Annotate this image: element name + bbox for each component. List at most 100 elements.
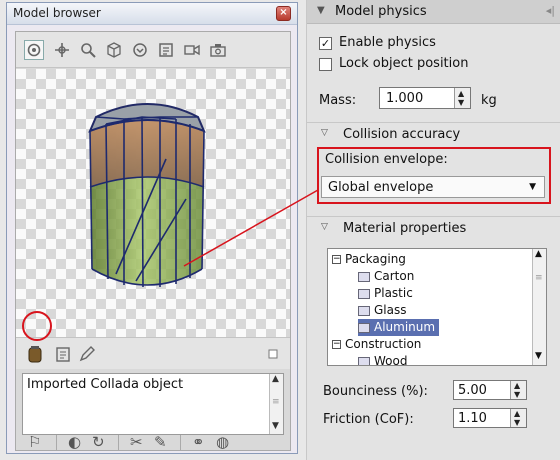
model-physics-header[interactable]: ▼ Model physics ◂|	[307, 0, 560, 24]
tree-leaf-label: Wood	[374, 354, 408, 366]
expand-icon[interactable]: ▽	[321, 222, 328, 232]
half-circle-icon[interactable]: ◐	[68, 433, 81, 451]
tree-leaf-wood[interactable]: Wood	[358, 353, 408, 366]
callout-rectangle	[317, 147, 551, 204]
frame-icon[interactable]	[156, 40, 176, 60]
zoom-icon[interactable]	[78, 40, 98, 60]
collision-accuracy-section[interactable]: ▽ Collision accuracy	[307, 122, 560, 146]
material-properties-section[interactable]: ▽ Material properties	[307, 216, 560, 240]
material-icon	[358, 288, 370, 299]
target-icon[interactable]	[130, 40, 150, 60]
separator	[118, 435, 119, 451]
model-browser-window: Model browser × Imported Collada object …	[6, 2, 298, 454]
tree-node-construction[interactable]: − Construction	[332, 336, 421, 353]
jar-icon[interactable]	[26, 345, 44, 363]
increment-icon[interactable]: ▲	[458, 89, 464, 98]
friction-stepper[interactable]: ▲ ▼	[510, 409, 526, 427]
tree-node-label: Construction	[345, 337, 422, 351]
tree-leaf-label: Aluminum	[374, 320, 436, 334]
material-icon	[358, 305, 370, 316]
sync-icon[interactable]: ↻	[92, 433, 105, 451]
description-text: Imported Collada object	[27, 377, 184, 392]
cube-icon[interactable]	[104, 40, 124, 60]
callout-circle	[22, 311, 52, 341]
enable-physics-checkbox[interactable]: ✓	[319, 37, 332, 50]
material-tree-scrollbar[interactable]: ▲ ≡ ▼	[532, 249, 546, 365]
tree-leaf-label: Glass	[374, 303, 407, 317]
pencil-note-icon[interactable]	[78, 345, 96, 363]
model-browser-titlebar: Model browser ×	[7, 3, 297, 25]
bounciness-stepper[interactable]: ▲ ▼	[510, 381, 526, 399]
bounciness-value: 5.00	[458, 383, 487, 398]
separator	[56, 435, 57, 451]
close-icon[interactable]: ×	[276, 6, 291, 21]
friction-value: 1.10	[458, 411, 487, 426]
material-tree[interactable]: − Packaging Carton Plastic Glass Aluminum…	[327, 248, 547, 366]
3d-viewport[interactable]	[16, 69, 290, 337]
footer-toolbar: ⚐ ◐ ↻ ✂ ✎ ⚭ ◍	[16, 433, 290, 451]
globe-icon[interactable]: ◍	[216, 433, 229, 451]
material-icon	[358, 322, 370, 333]
tree-leaf-glass[interactable]: Glass	[358, 302, 407, 319]
material-icon	[358, 356, 370, 365]
decrement-icon[interactable]: ▼	[514, 390, 520, 399]
scroll-down-icon[interactable]: ▼	[535, 351, 542, 361]
tree-leaf-aluminum[interactable]: Aluminum	[358, 319, 440, 336]
mass-label: Mass:	[319, 93, 357, 108]
increment-icon[interactable]: ▲	[514, 381, 520, 390]
camera-icon[interactable]	[182, 40, 202, 60]
mass-unit: kg	[481, 93, 497, 108]
small-square-icon[interactable]	[264, 345, 282, 363]
mass-value: 1.000	[386, 91, 424, 106]
pin-icon[interactable]: ◂|	[546, 4, 555, 17]
bounciness-input[interactable]: 5.00 ▲ ▼	[453, 380, 527, 400]
decrement-icon[interactable]: ▼	[458, 98, 464, 107]
enable-physics-label: Enable physics	[339, 35, 436, 50]
rotate-icon[interactable]	[24, 40, 44, 60]
move-icon[interactable]	[52, 40, 72, 60]
collision-accuracy-title: Collision accuracy	[343, 127, 461, 142]
tree-leaf-label: Plastic	[374, 286, 413, 300]
description-scrollbar[interactable]: ▲ ≡ ▼	[269, 374, 283, 434]
tools-icon[interactable]: ✂	[130, 433, 143, 451]
edit-icon[interactable]	[54, 345, 72, 363]
pencil-icon[interactable]: ✎	[154, 433, 167, 451]
snapshot-icon[interactable]	[208, 40, 228, 60]
tree-leaf-label: Carton	[374, 269, 415, 283]
scroll-up-icon[interactable]: ▲	[535, 249, 542, 259]
object-toolbar	[16, 337, 290, 369]
collapse-icon[interactable]: ▼	[317, 5, 325, 16]
material-icon	[358, 271, 370, 282]
separator	[180, 435, 181, 451]
collapse-node-icon[interactable]: −	[332, 255, 341, 264]
friction-label: Friction (CoF):	[323, 412, 414, 427]
lock-position-label: Lock object position	[339, 56, 469, 71]
scroll-up-icon[interactable]: ▲	[272, 374, 279, 384]
tree-node-packaging[interactable]: − Packaging	[332, 251, 406, 268]
model-physics-panel: ▼ Model physics ◂| ✓ Enable physics Lock…	[306, 0, 560, 460]
increment-icon[interactable]: ▲	[514, 409, 520, 418]
flag-icon[interactable]: ⚐	[28, 433, 41, 451]
description-box[interactable]: Imported Collada object ▲ ≡ ▼	[22, 373, 284, 435]
link-icon[interactable]: ⚭	[192, 433, 205, 451]
expand-icon[interactable]: ▽	[321, 128, 328, 138]
scroll-down-icon[interactable]: ▼	[272, 421, 279, 431]
bounciness-label: Bounciness (%):	[323, 384, 428, 399]
mass-input[interactable]: 1.000 ▲ ▼	[379, 87, 471, 109]
scroll-grip-icon[interactable]: ≡	[535, 273, 543, 283]
tree-leaf-carton[interactable]: Carton	[358, 268, 414, 285]
model-physics-title: Model physics	[335, 4, 427, 19]
model-browser-title: Model browser	[13, 6, 101, 20]
can-model	[88, 103, 206, 288]
scroll-grip-icon[interactable]: ≡	[272, 397, 280, 407]
tree-node-label: Packaging	[345, 252, 406, 266]
viewer-toolbar	[16, 32, 290, 68]
model-browser-body: Imported Collada object ▲ ≡ ▼ ⚐ ◐ ↻ ✂ ✎ …	[15, 31, 291, 451]
tree-leaf-plastic[interactable]: Plastic	[358, 285, 413, 302]
collapse-node-icon[interactable]: −	[332, 340, 341, 349]
material-properties-title: Material properties	[343, 221, 467, 236]
mass-stepper[interactable]: ▲ ▼	[454, 88, 470, 108]
friction-input[interactable]: 1.10 ▲ ▼	[453, 408, 527, 428]
lock-position-checkbox[interactable]	[319, 58, 332, 71]
decrement-icon[interactable]: ▼	[514, 418, 520, 427]
